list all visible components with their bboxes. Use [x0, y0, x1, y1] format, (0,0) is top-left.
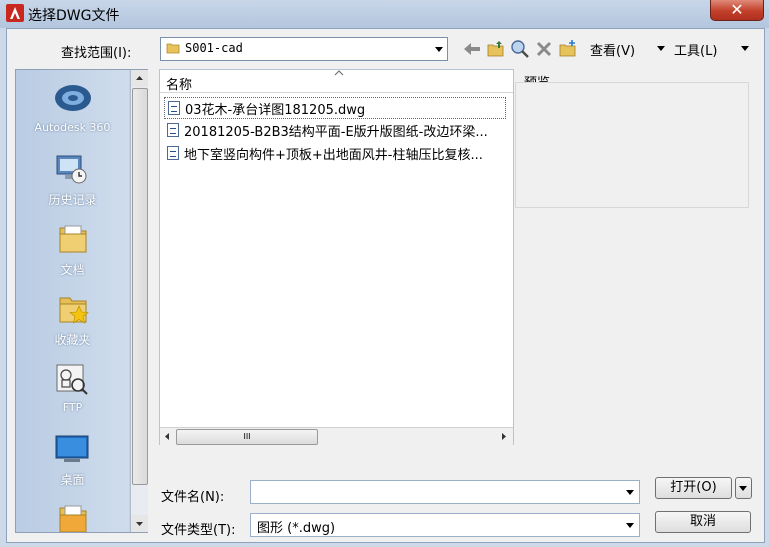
filename-input[interactable]: [250, 480, 640, 504]
favorites-folder-icon: [59, 297, 89, 324]
chevron-down-icon: [739, 486, 747, 491]
title-bar[interactable]: 选择DWG文件 ✕: [0, 0, 769, 28]
place-desktop[interactable]: 桌面: [16, 430, 129, 490]
lookin-dropdown[interactable]: S001-cad: [160, 37, 448, 61]
places-list: Autodesk 360 历史记录 文档 收藏夹 FTP 桌面: [16, 70, 129, 532]
autocad-app-icon: [6, 4, 24, 22]
sort-ascending-icon: [334, 70, 344, 76]
history-icon: [56, 155, 87, 184]
place-label: 历史记录: [48, 193, 97, 207]
place-ftp[interactable]: FTP: [16, 360, 129, 420]
delete-icon[interactable]: [534, 39, 554, 59]
chevron-down-icon: [626, 523, 634, 528]
ftp-icon: [56, 364, 88, 395]
place-documents[interactable]: 文档: [16, 220, 129, 280]
cancel-button[interactable]: 取消: [655, 511, 751, 533]
tools-chevron-down-icon[interactable]: [741, 46, 749, 51]
lookin-value: S001-cad: [185, 41, 243, 55]
window-title: 选择DWG文件: [28, 8, 120, 24]
place-favorites[interactable]: 收藏夹: [16, 290, 129, 350]
folder-icon: [59, 505, 87, 532]
filename-label: 文件名(N):: [161, 490, 225, 505]
places-bar: Autodesk 360 历史记录 文档 收藏夹 FTP 桌面: [15, 69, 148, 533]
lookin-label: 查找范围(I):: [61, 46, 132, 61]
dialog-client: 查找范围(I): S001-cad 查看(V) 工具(L) Autodesk 3…: [6, 28, 765, 543]
folder-icon: [166, 43, 180, 54]
dwg-file-icon: [167, 146, 179, 160]
filetype-value: 图形 (*.dwg): [257, 521, 336, 536]
scroll-right-icon[interactable]: [500, 432, 508, 441]
file-row[interactable]: 地下室竖向构件+顶板+出地面风井-柱轴压比复核...: [164, 143, 504, 163]
column-name-header[interactable]: 名称: [166, 74, 192, 93]
desktop-icon: [55, 435, 89, 462]
dwg-file-icon: [168, 101, 180, 115]
new-folder-icon[interactable]: [558, 39, 578, 59]
file-row[interactable]: 03花木-承台详图181205.dwg: [164, 97, 506, 119]
file-name: 地下室竖向构件+顶板+出地面风井-柱轴压比复核...: [184, 148, 483, 163]
chevron-down-icon[interactable]: [626, 490, 634, 495]
place-more[interactable]: [16, 500, 129, 532]
view-menu[interactable]: 查看(V): [590, 40, 635, 59]
filetype-dropdown[interactable]: 图形 (*.dwg): [250, 513, 640, 537]
hscroll-thumb[interactable]: III: [176, 429, 318, 445]
dwg-file-icon: [167, 123, 179, 137]
file-name: 20181205-B2B3结构平面-E版升版图纸-改边环梁...: [184, 125, 488, 140]
autodesk-360-icon: [55, 85, 91, 111]
horizontal-scrollbar[interactable]: III: [160, 427, 513, 445]
place-label: FTP: [62, 401, 83, 414]
up-folder-icon[interactable]: [486, 39, 506, 59]
place-label: 桌面: [60, 473, 85, 487]
place-label: 文档: [60, 263, 85, 277]
file-list[interactable]: 名称 03花木-承台详图181205.dwg 20181205-B2B3结构平面…: [159, 69, 514, 445]
chevron-down-icon: [435, 47, 443, 52]
place-label: Autodesk 360: [34, 121, 111, 134]
documents-folder-icon: [59, 225, 87, 253]
file-row[interactable]: 20181205-B2B3结构平面-E版升版图纸-改边环梁...: [164, 120, 504, 140]
view-chevron-down-icon[interactable]: [657, 46, 665, 51]
places-scrollbar[interactable]: [130, 70, 148, 532]
scroll-up-icon[interactable]: [131, 70, 148, 87]
open-button[interactable]: 打开(O): [655, 477, 732, 499]
filetype-label: 文件类型(T):: [161, 523, 236, 538]
open-options-button[interactable]: [735, 477, 752, 499]
place-autodesk-360[interactable]: Autodesk 360: [16, 80, 129, 140]
scroll-left-icon[interactable]: [163, 432, 171, 441]
back-arrow-icon[interactable]: [462, 39, 482, 59]
dialog-window: 选择DWG文件 ✕ 查找范围(I): S001-cad 查看(V) 工具(L) …: [0, 0, 769, 547]
close-button[interactable]: ✕: [710, 0, 764, 21]
tools-menu[interactable]: 工具(L): [674, 40, 717, 59]
preview-pane: [515, 82, 749, 208]
scroll-thumb[interactable]: [132, 88, 148, 485]
file-name: 03花木-承台详图181205.dwg: [185, 103, 366, 118]
search-web-icon[interactable]: [510, 39, 530, 59]
place-label: 收藏夹: [54, 333, 91, 347]
place-history[interactable]: 历史记录: [16, 150, 129, 210]
scroll-down-icon[interactable]: [131, 515, 148, 532]
column-header[interactable]: 名称: [160, 70, 513, 93]
